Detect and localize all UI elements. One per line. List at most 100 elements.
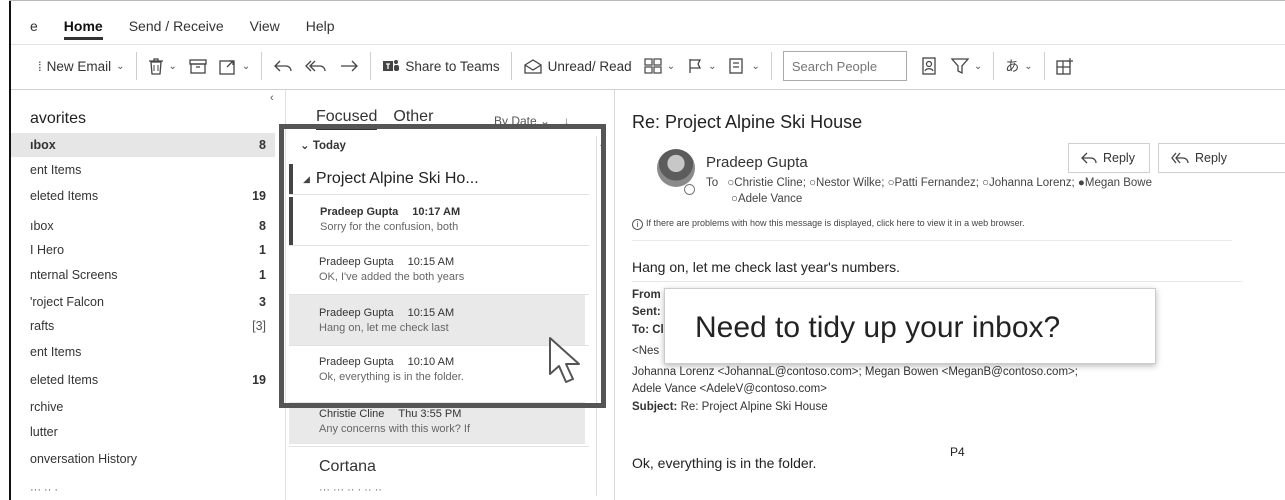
folder-label: eleted Items: [30, 189, 99, 203]
forward-arrow-icon: [341, 60, 359, 72]
from-label: From: [632, 289, 661, 301]
chevron-down-icon[interactable]: ⌄: [169, 61, 177, 72]
new-email-icon: ⁞: [38, 58, 42, 74]
folder-conversation-history[interactable]: onversation History: [30, 447, 266, 471]
reply-label: Reply: [1103, 151, 1135, 165]
quoted-sent: Sent:: [632, 306, 661, 318]
quoted-recipients: Johanna Lorenz <JohannaL@contoso.com>; M…: [632, 366, 1078, 378]
message-sender[interactable]: Cortana: [319, 458, 376, 476]
sender-name[interactable]: Pradeep Gupta: [706, 154, 808, 171]
grid-plus-icon: [1055, 58, 1073, 75]
reply-arrow-icon: [274, 60, 292, 72]
to-header: To: Cl: [632, 324, 664, 336]
tidy-inbox-tooltip[interactable]: Need to tidy up your inbox?: [664, 288, 1156, 364]
mouse-pointer-icon: [549, 337, 580, 383]
translate-button[interactable]: あ ⌄: [1005, 51, 1032, 81]
folder-project-falcon[interactable]: 'roject Falcon 3: [30, 290, 266, 314]
move-to-folder-icon: [219, 60, 235, 75]
avatar[interactable]: [657, 149, 695, 187]
folder-inbox-favorite[interactable]: ıbox 8: [11, 133, 275, 157]
folder-label: nternal Screens: [30, 268, 118, 282]
unread-count: 19: [252, 189, 266, 203]
folder-clutter[interactable]: lutter: [30, 420, 266, 444]
message-body: Ok, everything is in the folder.: [632, 455, 817, 471]
folder-sent-items[interactable]: ent Items: [30, 340, 266, 364]
draft-count: [3]: [252, 319, 266, 333]
folder-inbox[interactable]: ıbox 8: [30, 214, 266, 238]
move-button[interactable]: ⌄: [219, 51, 250, 81]
folder-label: rchive: [30, 400, 64, 414]
reply-all-label: Reply: [1195, 151, 1227, 165]
folder-drafts[interactable]: rafts [3]: [30, 314, 266, 338]
header-divider: [632, 240, 1232, 241]
tab-send-receive[interactable]: Send / Receive: [129, 18, 224, 34]
chevron-down-icon[interactable]: ⌄: [116, 61, 124, 72]
quoted-from: From: [632, 289, 661, 301]
filter-button[interactable]: ⌄: [950, 51, 982, 81]
folder-sent-items-favorite[interactable]: ent Items: [30, 158, 266, 182]
delete-button[interactable]: ⌄: [148, 51, 177, 81]
unread-read-button[interactable]: Unread/ Read: [523, 51, 632, 81]
recipient-list[interactable]: ○Christie Cline; ○Nestor Wilke; ○Patti F…: [727, 177, 1152, 189]
tab-home[interactable]: Home: [63, 18, 103, 40]
new-email-button[interactable]: ⁞ New Email ⌄: [38, 51, 125, 81]
flag-icon: [689, 59, 702, 73]
reply-arrow-icon: [1081, 152, 1097, 164]
categorize-icon: [644, 58, 662, 74]
favorites-header[interactable]: avorites: [30, 110, 86, 128]
tab-file[interactable]: e: [30, 18, 38, 34]
reply-all-button[interactable]: Reply: [1158, 143, 1285, 173]
flag-button[interactable]: ⌄: [687, 51, 716, 81]
subject-value: Re: Project Alpine Ski House: [680, 401, 828, 413]
display-problem-notice[interactable]: i If there are problems with how this mes…: [632, 218, 1025, 230]
message-item[interactable]: Christie Cline Thu 3:55 PM Any concerns w…: [289, 402, 585, 444]
forward-button[interactable]: [339, 51, 359, 81]
address-book-icon: [922, 57, 936, 75]
teams-icon: [383, 60, 400, 71]
tab-view[interactable]: View: [250, 18, 280, 34]
chevron-down-icon[interactable]: ⌄: [751, 61, 759, 72]
rules-button[interactable]: ⌄: [728, 51, 760, 81]
page-label: P4: [950, 445, 965, 459]
chevron-down-icon[interactable]: ⌄: [1024, 61, 1032, 72]
search-people-input[interactable]: [782, 51, 907, 81]
share-to-teams-button[interactable]: Share to Teams: [382, 51, 500, 81]
undo-button[interactable]: [273, 51, 293, 81]
recipients-line: To ○Christie Cline; ○Nestor Wilke; ○Patt…: [706, 177, 1152, 189]
reply-all-button[interactable]: [305, 51, 327, 81]
collapse-pane-icon[interactable]: ‹: [270, 92, 274, 104]
envelope-open-icon: [523, 59, 542, 74]
folder-deleted-items[interactable]: eleted Items 19: [30, 368, 266, 392]
ribbon-divider: [11, 44, 1285, 45]
folder-label: rafts: [30, 319, 55, 333]
translate-icon: あ: [1005, 58, 1020, 74]
folder-archive[interactable]: rchive: [30, 395, 266, 419]
recipient-list-continued[interactable]: ○Adele Vance: [731, 193, 802, 205]
subject-label: Subject:: [632, 401, 678, 413]
archive-icon: [189, 59, 207, 74]
address-book-button[interactable]: [921, 51, 937, 81]
reply-button[interactable]: Reply: [1068, 143, 1150, 173]
chevron-down-icon[interactable]: ⌄: [242, 61, 250, 72]
folder-internal-screens[interactable]: nternal Screens 1: [30, 263, 266, 287]
categorize-button[interactable]: ⌄: [644, 51, 675, 81]
tab-help[interactable]: Help: [306, 18, 335, 34]
chevron-down-icon[interactable]: ⌄: [708, 61, 716, 72]
trash-icon: [148, 58, 163, 75]
folder-ai-hero[interactable]: I Hero 1: [30, 238, 266, 262]
unread-count: 8: [259, 138, 266, 152]
toolbar-separator: [510, 52, 512, 80]
quoted-recipients-2: Adele Vance <AdeleV@contoso.com>: [632, 383, 827, 395]
message-time: Thu 3:55 PM: [398, 408, 462, 420]
chevron-down-icon[interactable]: ⌄: [667, 61, 675, 72]
to-label: To: [706, 177, 719, 189]
folder-label: onversation History: [30, 452, 137, 466]
folder-deleted-items-favorite[interactable]: eleted Items 19: [30, 184, 266, 208]
toolbar-separator: [770, 52, 772, 80]
quoted-to: To: Cl: [632, 324, 664, 336]
quoted-divider: [632, 281, 1242, 282]
chevron-down-icon[interactable]: ⌄: [974, 61, 982, 72]
add-apps-button[interactable]: [1055, 51, 1074, 81]
unread-count: 8: [259, 219, 266, 233]
archive-button[interactable]: [189, 51, 207, 81]
